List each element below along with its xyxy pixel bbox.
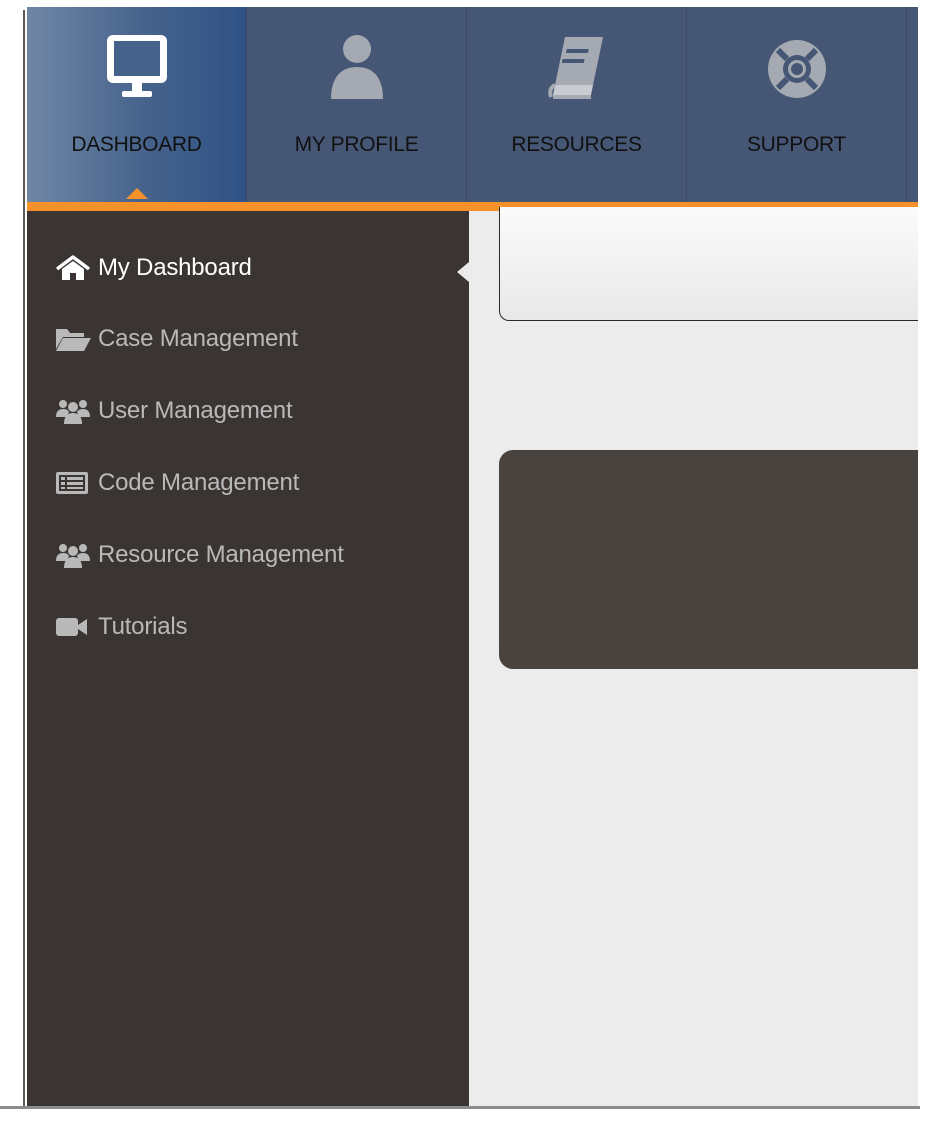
tab-my-profile-label: MY PROFILE	[294, 133, 419, 156]
sidebar-item-code-management[interactable]: Code Management	[54, 463, 299, 503]
window-left-border	[0, 0, 27, 1108]
app-window: DASHBOARD MY PROFILE RESOURCES SUPPORT M…	[27, 7, 918, 1106]
window-bottom-border	[0, 1106, 929, 1122]
top-navigation-bar: DASHBOARD MY PROFILE RESOURCES SUPPORT	[27, 7, 918, 211]
tab-resources-label: RESOURCES	[511, 133, 642, 156]
active-item-caret	[457, 262, 469, 282]
tab-dashboard-label: DASHBOARD	[71, 133, 202, 156]
sidebar-item-tutorials[interactable]: Tutorials	[54, 607, 188, 647]
tab-resources[interactable]: RESOURCES	[467, 7, 687, 202]
sidebar-item-my-dashboard[interactable]: My Dashboard	[54, 248, 252, 288]
folder-open-icon	[56, 329, 91, 351]
sidebar-item-resource-management[interactable]: Resource Management	[54, 535, 344, 575]
book-icon	[547, 37, 603, 99]
content-panel-dark	[499, 450, 918, 669]
sidebar-item-label: Code Management	[98, 469, 300, 496]
user-icon	[330, 35, 383, 99]
users-icon	[56, 400, 90, 424]
list-alt-icon	[56, 472, 88, 494]
tab-dashboard[interactable]: DASHBOARD	[27, 7, 247, 202]
window-right-edge	[918, 0, 929, 1106]
tab-support[interactable]: SUPPORT	[687, 7, 907, 202]
tab-my-profile[interactable]: MY PROFILE	[247, 7, 467, 202]
life-ring-icon	[767, 40, 826, 98]
sidebar-item-case-management[interactable]: Case Management	[54, 319, 298, 359]
tab-support-label: SUPPORT	[746, 133, 847, 156]
video-camera-icon	[56, 618, 87, 636]
users-icon	[56, 544, 90, 568]
sidebar-item-label: My Dashboard	[98, 254, 252, 281]
active-tab-caret	[126, 188, 148, 199]
sidebar-item-label: Case Management	[98, 325, 298, 352]
monitor-icon	[106, 35, 167, 97]
sidebar-item-label: Tutorials	[98, 613, 188, 640]
content-panel-header	[499, 207, 918, 321]
home-icon	[55, 255, 91, 280]
sidebar-item-label: User Management	[98, 397, 293, 424]
sidebar-item-user-management[interactable]: User Management	[54, 391, 293, 431]
sidebar-item-label: Resource Management	[98, 541, 344, 568]
sidebar: My Dashboard Case Management User Manage…	[27, 211, 469, 1106]
